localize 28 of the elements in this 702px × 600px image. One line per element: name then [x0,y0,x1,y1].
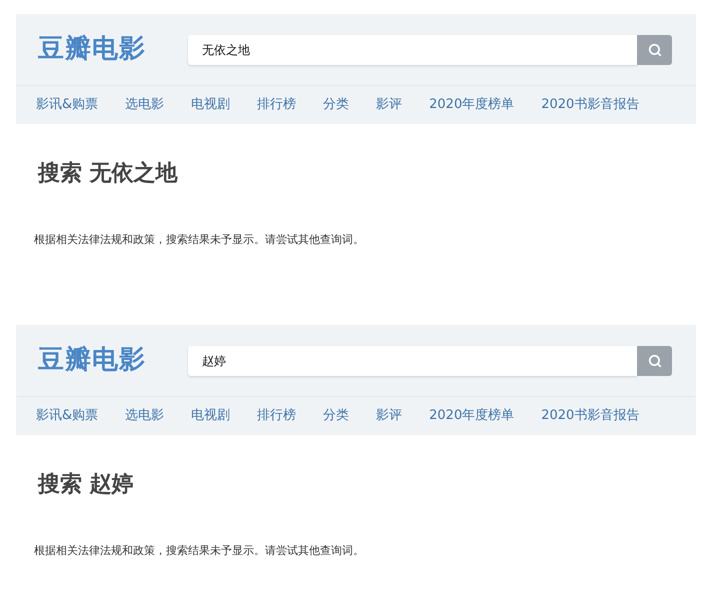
nav-link[interactable]: 选电影 [125,406,164,426]
nav-link[interactable]: 2020书影音报告 [541,406,640,426]
nav-link[interactable]: 电视剧 [191,406,230,426]
message-text: 根据相关法律法规和政策，搜索结果未予显示。请尝试其他查询词。 [33,232,365,248]
logo[interactable]: 豆瓣电影 [38,341,188,380]
page-heading: 搜索 无依之地 [36,160,179,188]
nav-link[interactable]: 影讯&购票 [36,95,98,115]
message-text: 根据相关法律法规和政策，搜索结果未予显示。请尝试其他查询词。 [33,543,365,559]
search-icon [648,42,662,56]
nav-link[interactable]: 排行榜 [257,95,296,115]
nav-link[interactable]: 影讯&购票 [36,406,98,426]
nav-link[interactable]: 2020年度榜单 [429,95,514,115]
nav-link[interactable]: 2020书影音报告 [541,95,640,115]
nav-link[interactable]: 影评 [376,95,402,115]
page-heading: 搜索 赵婷 [36,471,135,499]
logo[interactable]: 豆瓣电影 [38,30,188,69]
nav-link[interactable]: 选电影 [125,95,164,115]
search-field[interactable]: 无依之地 [188,34,637,64]
nav-link[interactable]: 分类 [323,406,350,426]
search-icon [648,354,662,368]
nav-link[interactable]: 2020年度榜单 [429,406,514,426]
search-button[interactable] [637,346,672,376]
nav-link[interactable]: 电视剧 [191,95,230,115]
nav-link[interactable]: 影评 [376,406,402,426]
nav-link[interactable]: 分类 [323,95,350,115]
nav-link[interactable]: 排行榜 [257,406,296,426]
search-button[interactable] [637,34,672,64]
search-field[interactable]: 赵婷 [188,346,637,376]
